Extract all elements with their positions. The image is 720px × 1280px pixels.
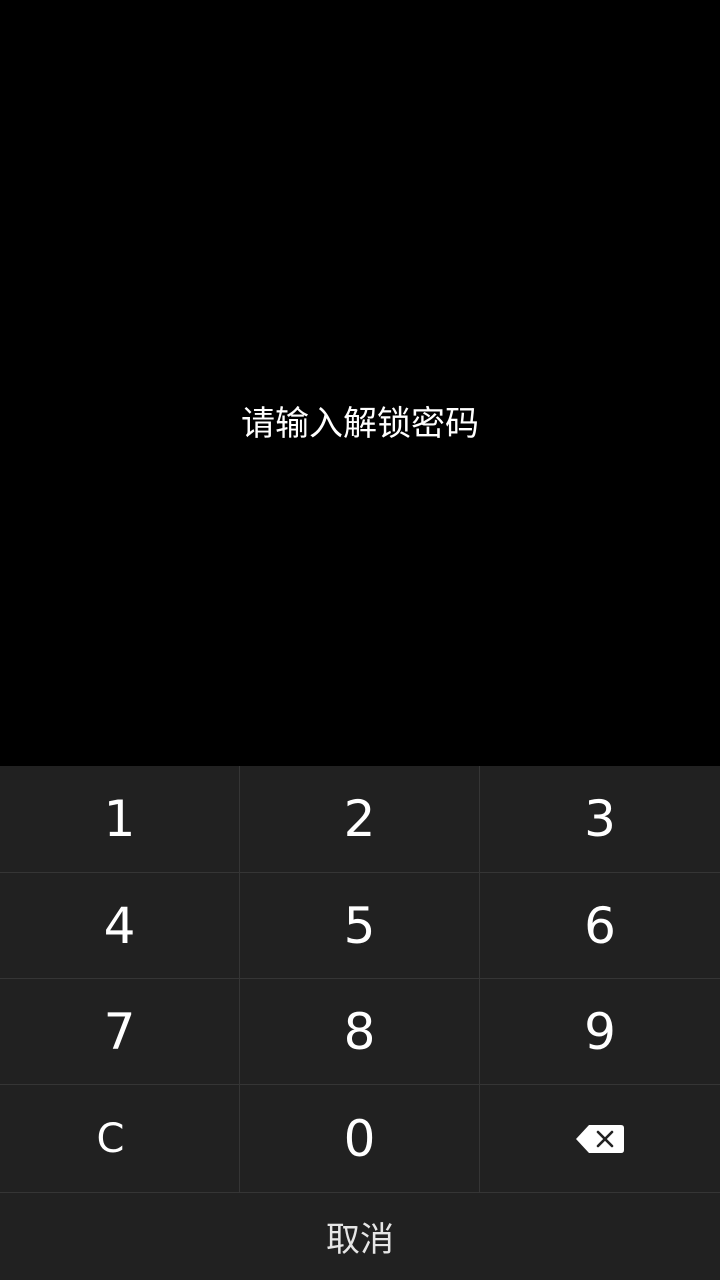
key-7-label: 7 [103,1002,136,1061]
clear-button-label: C [96,1115,125,1162]
key-9[interactable]: 9 [480,979,720,1085]
key-0-label: 0 [343,1109,376,1168]
key-4-label: 4 [103,896,136,955]
backspace-icon [576,1124,624,1153]
key-2-label: 2 [343,790,376,848]
key-2[interactable]: 2 [240,766,480,873]
key-8-label: 8 [343,1002,376,1061]
key-7[interactable]: 7 [0,979,240,1085]
key-5[interactable]: 5 [240,873,480,979]
key-1[interactable]: 1 [0,766,240,873]
key-8[interactable]: 8 [240,979,480,1085]
numeric-keypad: 1 2 3 4 5 6 7 8 9 C 0 [0,766,720,1192]
unlock-prompt: 请输入解锁密码 [241,404,479,444]
key-4[interactable]: 4 [0,873,240,979]
key-6[interactable]: 6 [480,873,720,979]
cancel-button-label: 取消 [326,1220,394,1260]
key-3[interactable]: 3 [480,766,720,873]
key-5-label: 5 [343,896,376,955]
prompt-area: 请输入解锁密码 [0,0,720,766]
cancel-button[interactable]: 取消 [0,1192,720,1280]
key-9-label: 9 [584,1002,616,1061]
key-3-label: 3 [584,790,616,848]
key-1-label: 1 [103,790,136,848]
clear-button[interactable]: C [0,1085,240,1192]
lock-screen: 请输入解锁密码 1 2 3 4 5 6 7 8 9 C 0 取消 [0,0,720,1280]
key-0[interactable]: 0 [240,1085,480,1192]
backspace-button[interactable] [480,1085,720,1192]
key-6-label: 6 [584,896,616,955]
